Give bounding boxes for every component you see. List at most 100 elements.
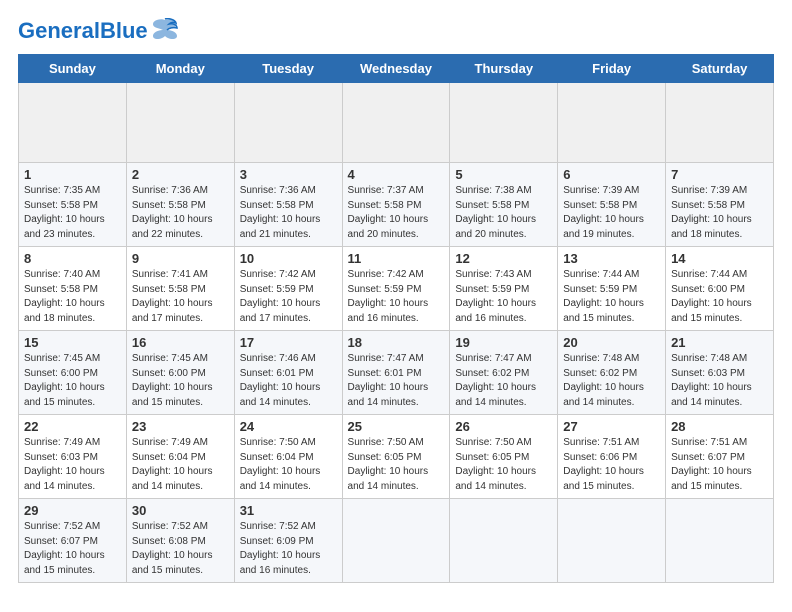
- day-number: 14: [671, 251, 769, 266]
- cell-sunrise: Sunrise: 7:45 AM: [24, 353, 100, 364]
- header: GeneralBlue: [18, 18, 774, 44]
- day-number: 28: [671, 419, 769, 434]
- logo-general: General: [18, 18, 100, 43]
- day-number: 24: [240, 419, 338, 434]
- calendar-cell: 2 Sunrise: 7:36 AM Sunset: 5:58 PM Dayli…: [126, 163, 234, 247]
- cell-sunset: Sunset: 5:58 PM: [132, 284, 206, 295]
- calendar-cell: 4 Sunrise: 7:37 AM Sunset: 5:58 PM Dayli…: [342, 163, 450, 247]
- day-number: 31: [240, 503, 338, 518]
- cell-sunrise: Sunrise: 7:36 AM: [132, 185, 208, 196]
- cell-sunrise: Sunrise: 7:47 AM: [455, 353, 531, 364]
- day-header-monday: Monday: [126, 55, 234, 83]
- cell-sunrise: Sunrise: 7:51 AM: [671, 437, 747, 448]
- cell-daylight-label: Daylight: 10 hours and 15 minutes.: [563, 298, 644, 324]
- calendar-cell: [666, 499, 774, 583]
- cell-sunset: Sunset: 5:58 PM: [671, 200, 745, 211]
- cell-sunset: Sunset: 5:59 PM: [455, 284, 529, 295]
- cell-daylight-label: Daylight: 10 hours and 15 minutes.: [132, 382, 213, 408]
- calendar-week-row: 8 Sunrise: 7:40 AM Sunset: 5:58 PM Dayli…: [19, 247, 774, 331]
- calendar-cell: 20 Sunrise: 7:48 AM Sunset: 6:02 PM Dayl…: [558, 331, 666, 415]
- day-number: 6: [563, 167, 661, 182]
- cell-daylight-label: Daylight: 10 hours and 14 minutes.: [671, 382, 752, 408]
- cell-sunset: Sunset: 6:08 PM: [132, 536, 206, 547]
- day-header-sunday: Sunday: [19, 55, 127, 83]
- calendar-cell: 8 Sunrise: 7:40 AM Sunset: 5:58 PM Dayli…: [19, 247, 127, 331]
- cell-sunrise: Sunrise: 7:39 AM: [671, 185, 747, 196]
- calendar-cell: [450, 499, 558, 583]
- calendar-cell: 29 Sunrise: 7:52 AM Sunset: 6:07 PM Dayl…: [19, 499, 127, 583]
- cell-sunrise: Sunrise: 7:42 AM: [348, 269, 424, 280]
- cell-daylight-label: Daylight: 10 hours and 15 minutes.: [563, 466, 644, 492]
- cell-daylight-label: Daylight: 10 hours and 14 minutes.: [132, 466, 213, 492]
- cell-daylight-label: Daylight: 10 hours and 14 minutes.: [240, 382, 321, 408]
- cell-daylight-label: Daylight: 10 hours and 14 minutes.: [455, 466, 536, 492]
- calendar-cell: 12 Sunrise: 7:43 AM Sunset: 5:59 PM Dayl…: [450, 247, 558, 331]
- cell-sunrise: Sunrise: 7:44 AM: [563, 269, 639, 280]
- day-header-wednesday: Wednesday: [342, 55, 450, 83]
- cell-daylight-label: Daylight: 10 hours and 17 minutes.: [240, 298, 321, 324]
- calendar-cell: 3 Sunrise: 7:36 AM Sunset: 5:58 PM Dayli…: [234, 163, 342, 247]
- calendar-cell: [19, 83, 127, 163]
- calendar-cell: 13 Sunrise: 7:44 AM Sunset: 5:59 PM Dayl…: [558, 247, 666, 331]
- cell-sunrise: Sunrise: 7:38 AM: [455, 185, 531, 196]
- calendar-cell: [234, 83, 342, 163]
- page: GeneralBlue SundayMondayTuesdayWednesday…: [0, 0, 792, 612]
- calendar-cell: [342, 83, 450, 163]
- cell-sunset: Sunset: 5:58 PM: [563, 200, 637, 211]
- cell-daylight-label: Daylight: 10 hours and 16 minutes.: [455, 298, 536, 324]
- cell-daylight-label: Daylight: 10 hours and 15 minutes.: [24, 382, 105, 408]
- cell-sunset: Sunset: 6:01 PM: [240, 368, 314, 379]
- cell-sunset: Sunset: 5:58 PM: [24, 284, 98, 295]
- calendar-cell: [126, 83, 234, 163]
- calendar-cell: 6 Sunrise: 7:39 AM Sunset: 5:58 PM Dayli…: [558, 163, 666, 247]
- calendar-cell: 7 Sunrise: 7:39 AM Sunset: 5:58 PM Dayli…: [666, 163, 774, 247]
- cell-sunrise: Sunrise: 7:52 AM: [240, 521, 316, 532]
- day-number: 16: [132, 335, 230, 350]
- day-number: 23: [132, 419, 230, 434]
- day-number: 19: [455, 335, 553, 350]
- calendar-cell: 10 Sunrise: 7:42 AM Sunset: 5:59 PM Dayl…: [234, 247, 342, 331]
- calendar-cell: 28 Sunrise: 7:51 AM Sunset: 6:07 PM Dayl…: [666, 415, 774, 499]
- cell-sunrise: Sunrise: 7:36 AM: [240, 185, 316, 196]
- cell-sunrise: Sunrise: 7:35 AM: [24, 185, 100, 196]
- cell-sunset: Sunset: 5:58 PM: [240, 200, 314, 211]
- day-number: 27: [563, 419, 661, 434]
- cell-sunrise: Sunrise: 7:37 AM: [348, 185, 424, 196]
- cell-daylight-label: Daylight: 10 hours and 16 minutes.: [240, 550, 321, 576]
- day-number: 3: [240, 167, 338, 182]
- cell-sunset: Sunset: 6:07 PM: [671, 452, 745, 463]
- cell-sunset: Sunset: 6:00 PM: [24, 368, 98, 379]
- cell-sunrise: Sunrise: 7:41 AM: [132, 269, 208, 280]
- calendar-cell: 26 Sunrise: 7:50 AM Sunset: 6:05 PM Dayl…: [450, 415, 558, 499]
- cell-daylight-label: Daylight: 10 hours and 14 minutes.: [563, 382, 644, 408]
- cell-daylight-label: Daylight: 10 hours and 17 minutes.: [132, 298, 213, 324]
- cell-daylight-label: Daylight: 10 hours and 15 minutes.: [671, 298, 752, 324]
- cell-daylight-label: Daylight: 10 hours and 18 minutes.: [24, 298, 105, 324]
- calendar-week-row: [19, 83, 774, 163]
- calendar-cell: 16 Sunrise: 7:45 AM Sunset: 6:00 PM Dayl…: [126, 331, 234, 415]
- calendar-cell: 21 Sunrise: 7:48 AM Sunset: 6:03 PM Dayl…: [666, 331, 774, 415]
- cell-sunset: Sunset: 6:01 PM: [348, 368, 422, 379]
- cell-sunrise: Sunrise: 7:50 AM: [455, 437, 531, 448]
- cell-daylight-label: Daylight: 10 hours and 14 minutes.: [240, 466, 321, 492]
- day-header-friday: Friday: [558, 55, 666, 83]
- calendar-cell: 23 Sunrise: 7:49 AM Sunset: 6:04 PM Dayl…: [126, 415, 234, 499]
- calendar-cell: 24 Sunrise: 7:50 AM Sunset: 6:04 PM Dayl…: [234, 415, 342, 499]
- cell-sunset: Sunset: 6:00 PM: [132, 368, 206, 379]
- day-number: 4: [348, 167, 446, 182]
- day-number: 18: [348, 335, 446, 350]
- day-number: 22: [24, 419, 122, 434]
- calendar-cell: [450, 83, 558, 163]
- cell-sunset: Sunset: 6:04 PM: [240, 452, 314, 463]
- cell-sunset: Sunset: 5:58 PM: [455, 200, 529, 211]
- day-number: 2: [132, 167, 230, 182]
- cell-daylight-label: Daylight: 10 hours and 14 minutes.: [348, 382, 429, 408]
- cell-sunset: Sunset: 6:02 PM: [455, 368, 529, 379]
- cell-sunset: Sunset: 5:58 PM: [24, 200, 98, 211]
- cell-daylight-label: Daylight: 10 hours and 14 minutes.: [455, 382, 536, 408]
- cell-sunrise: Sunrise: 7:52 AM: [132, 521, 208, 532]
- day-header-saturday: Saturday: [666, 55, 774, 83]
- cell-sunrise: Sunrise: 7:48 AM: [563, 353, 639, 364]
- cell-daylight-label: Daylight: 10 hours and 23 minutes.: [24, 214, 105, 240]
- cell-sunset: Sunset: 6:03 PM: [671, 368, 745, 379]
